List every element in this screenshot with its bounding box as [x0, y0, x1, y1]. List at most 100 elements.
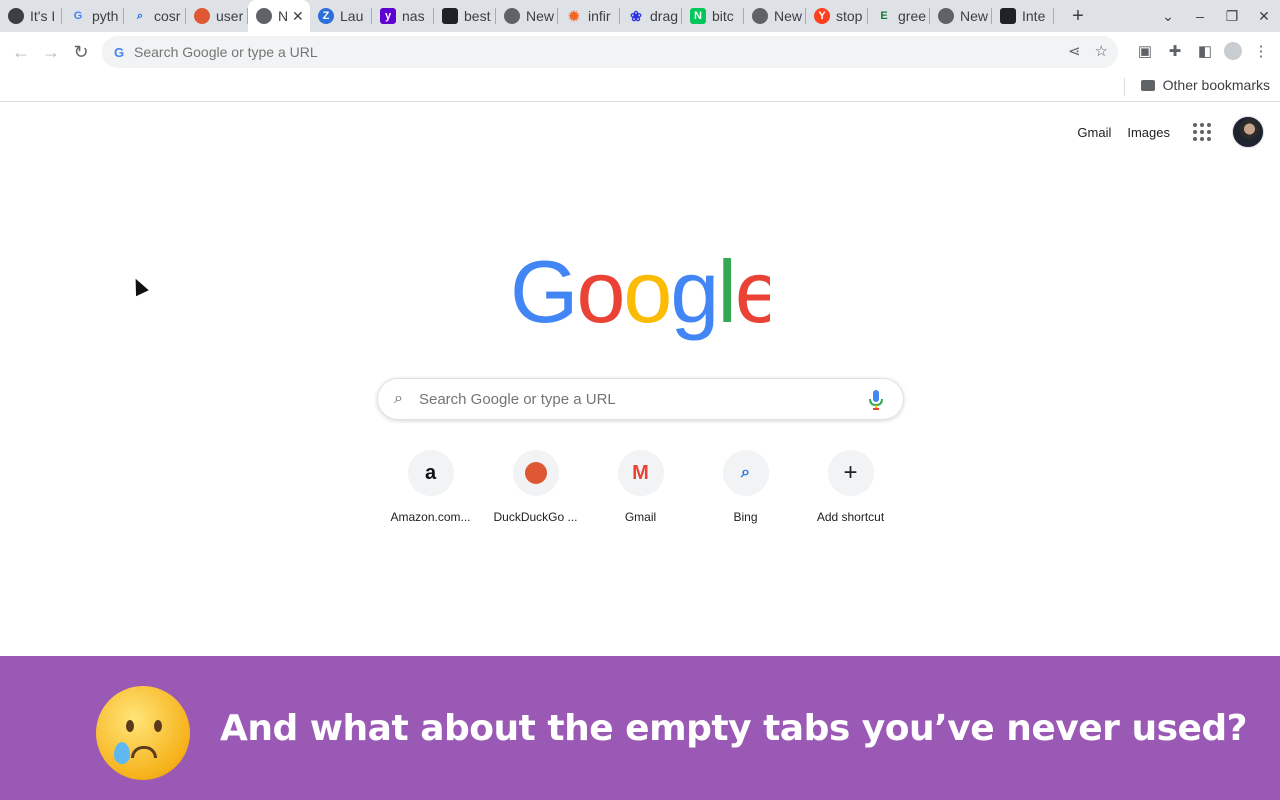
- tab[interactable]: ❀ drag: [620, 0, 682, 32]
- tab-title: New: [774, 8, 803, 24]
- mouse-cursor-icon: [129, 275, 149, 297]
- avatar[interactable]: [1232, 116, 1264, 148]
- ntp-search-box[interactable]: ⌕: [377, 378, 904, 420]
- crying-face-icon: [96, 686, 190, 780]
- shortcut-label: Gmail: [624, 510, 657, 524]
- google-g-icon: G: [113, 44, 125, 60]
- other-bookmarks-button[interactable]: Other bookmarks: [1140, 77, 1270, 93]
- tab[interactable]: Gpyth: [62, 0, 124, 32]
- tab[interactable]: ✹ infir: [558, 0, 620, 32]
- tab[interactable]: Egree: [868, 0, 930, 32]
- extensions-icon[interactable]: ✚: [1164, 36, 1186, 66]
- shortcut-label: Add shortcut: [816, 510, 885, 524]
- tab-title: Lau: [340, 8, 364, 24]
- tab[interactable]: New: [930, 0, 992, 32]
- eye: [126, 720, 134, 732]
- tab-title: Inte: [1022, 8, 1046, 24]
- close-tab-icon[interactable]: ✕: [292, 8, 304, 25]
- tab-list: It's I Gpyth ⌕ cosr user N ✕ Z Lau y nas bes…: [0, 0, 1054, 32]
- tab-search-icon[interactable]: ⌄: [1152, 8, 1184, 25]
- yahoo-icon: y: [380, 8, 396, 24]
- tab[interactable]: ⌕ cosr: [124, 0, 186, 32]
- eye: [154, 720, 162, 732]
- gear-icon: ✹: [568, 7, 580, 24]
- caption-banner: And what about the empty tabs you’ve nev…: [0, 656, 1280, 800]
- tab-active[interactable]: N ✕: [248, 0, 310, 32]
- tab-title: It's I: [30, 8, 56, 24]
- chrome-icon: [752, 8, 768, 24]
- tear: [114, 742, 130, 764]
- window-controls: ⌄ ‒ ❐ ✕: [1152, 0, 1280, 32]
- tab[interactable]: user: [186, 0, 248, 32]
- other-bookmarks-label: Other bookmarks: [1162, 77, 1270, 93]
- side-panel-icon[interactable]: ◧: [1194, 36, 1216, 66]
- banner-text: And what about the empty tabs you’ve nev…: [220, 708, 1248, 749]
- n-icon: N: [690, 8, 706, 24]
- tab[interactable]: y nas: [372, 0, 434, 32]
- search-input[interactable]: [418, 390, 839, 408]
- tab[interactable]: Nbitc: [682, 0, 744, 32]
- shortcut-label: Amazon.com...: [390, 510, 471, 524]
- tab-title: gree: [898, 8, 927, 24]
- tab-title: New: [960, 8, 989, 24]
- tab[interactable]: Inte: [992, 0, 1054, 32]
- tab[interactable]: Z Lau: [310, 0, 372, 32]
- yandex-icon: Y: [814, 8, 830, 24]
- tab[interactable]: best: [434, 0, 496, 32]
- profile-icon[interactable]: [1224, 42, 1242, 60]
- tab-title: stop: [836, 8, 863, 24]
- google-logo: Google: [510, 246, 770, 341]
- omnibox-actions: ⋖ ☆: [1068, 42, 1108, 60]
- tab-title: New: [526, 8, 555, 24]
- tab-title: pyth: [92, 8, 119, 24]
- restore-icon[interactable]: ❐: [1216, 8, 1248, 25]
- close-window-icon[interactable]: ✕: [1248, 8, 1280, 25]
- shortcut-tile[interactable]: ⌕ Bing: [694, 450, 798, 532]
- gmail-link[interactable]: Gmail: [1077, 125, 1111, 140]
- omnibox-input[interactable]: [134, 44, 1034, 60]
- media-icon[interactable]: ▣: [1134, 36, 1156, 66]
- mouth: [131, 746, 157, 758]
- shortcut-label: DuckDuckGo ...: [493, 510, 578, 524]
- minimize-icon[interactable]: ‒: [1184, 8, 1216, 24]
- tab[interactable]: New: [496, 0, 558, 32]
- apps-grid-icon[interactable]: [1186, 116, 1218, 148]
- shortcut-tile[interactable]: M Gmail: [589, 450, 693, 532]
- bookmark-star-icon[interactable]: ☆: [1095, 42, 1108, 60]
- search-icon: ⌕: [136, 9, 144, 22]
- tab[interactable]: It's I: [0, 0, 62, 32]
- omnibox[interactable]: G ⋖ ☆: [102, 36, 1118, 68]
- menu-icon[interactable]: ⋮: [1250, 36, 1272, 66]
- new-tab-button[interactable]: +: [1062, 0, 1094, 32]
- duckduckgo-icon: [512, 450, 559, 496]
- chrome-icon: [938, 8, 954, 24]
- circle-icon: [8, 8, 24, 24]
- images-link[interactable]: Images: [1127, 125, 1170, 140]
- amazon-icon: a: [407, 450, 454, 496]
- bookmarks-bar: Other bookmarks: [0, 72, 1280, 102]
- shortcuts-row: a Amazon.com... DuckDuckGo ... M Gmail ⌕…: [377, 450, 904, 532]
- search-icon: ⌕: [722, 450, 769, 496]
- add-shortcut-button[interactable]: + Add shortcut: [799, 450, 903, 532]
- shortcut-tile[interactable]: DuckDuckGo ...: [484, 450, 588, 532]
- toolbar-actions: ▣ ✚ ◧ ⋮: [1134, 36, 1272, 66]
- tab[interactable]: New: [744, 0, 806, 32]
- forward-button[interactable]: →: [36, 37, 66, 67]
- google-logo-text: Google: [510, 246, 770, 341]
- toolbar: ← → ↻ G ⋖ ☆ ▣ ✚ ◧ ⋮: [0, 32, 1280, 72]
- chrome-icon: [504, 8, 520, 24]
- tab-title: nas: [402, 8, 425, 24]
- archive-icon: [1000, 8, 1016, 24]
- tab[interactable]: Ystop: [806, 0, 868, 32]
- back-button[interactable]: ←: [6, 37, 36, 67]
- reload-button[interactable]: ↻: [66, 37, 96, 67]
- tab-title: N: [278, 8, 288, 24]
- gmail-icon: M: [617, 450, 664, 496]
- share-icon[interactable]: ⋖: [1068, 42, 1081, 60]
- microphone-icon[interactable]: [869, 390, 883, 410]
- shortcut-tile[interactable]: a Amazon.com...: [379, 450, 483, 532]
- duckduckgo-icon: [194, 8, 210, 24]
- ntp-header: Gmail Images: [1077, 116, 1264, 148]
- plus-icon: +: [827, 450, 874, 496]
- tab-title: bitc: [712, 8, 734, 24]
